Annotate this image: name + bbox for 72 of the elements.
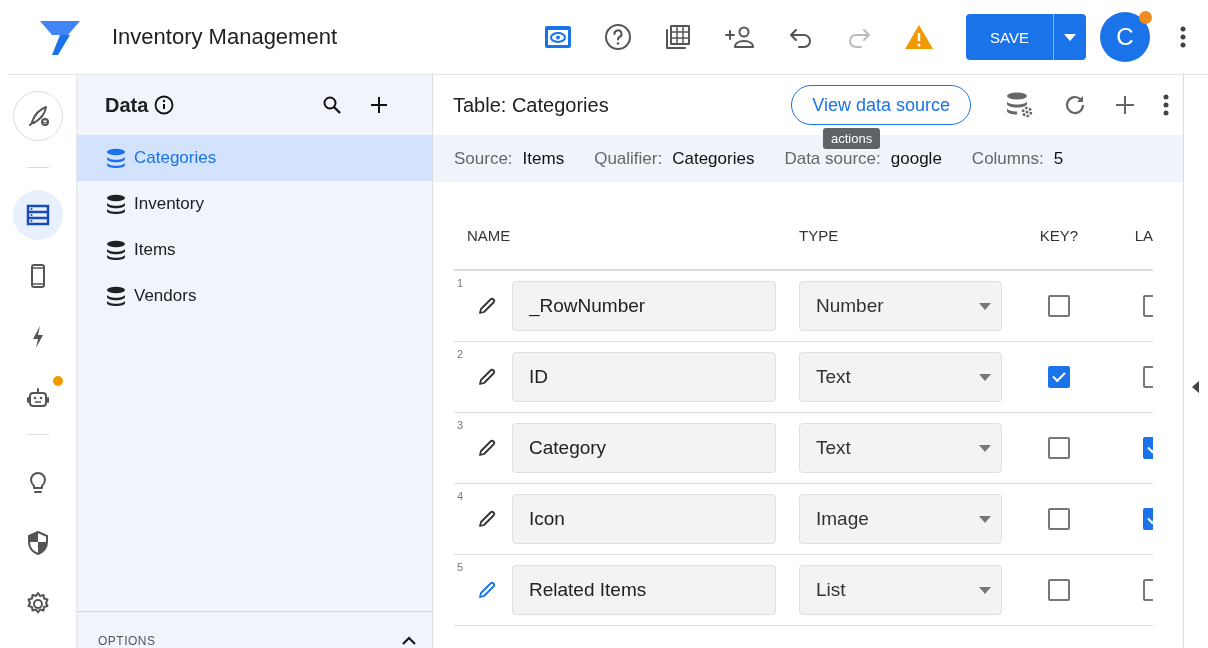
pencil-icon[interactable] [478,297,496,315]
name-field[interactable]: Category [512,423,776,473]
tooltip: actions [823,128,881,149]
preview-icon[interactable] [544,23,572,51]
checkbox[interactable] [1048,579,1070,601]
pencil-icon[interactable] [478,368,496,386]
table-title: Table: Categories [453,93,609,117]
type-dropdown[interactable]: Text [799,423,1002,473]
notification-dot [1139,11,1152,24]
type-dropdown[interactable]: Image [799,494,1002,544]
grid-icon[interactable] [664,23,692,51]
type-dropdown[interactable]: List [799,565,1002,615]
table-list-item[interactable]: Vendors [77,273,432,319]
save-button[interactable]: SAVE [966,14,1053,60]
checkbox[interactable] [1048,437,1070,459]
name-field[interactable]: Icon [512,494,776,544]
table-list-item[interactable]: Categories [77,135,432,181]
row-number: 3 [457,419,464,431]
caret-icon [979,515,991,523]
table-list-item[interactable]: Items [77,227,432,273]
view-data-source-button[interactable]: View data source [791,85,971,125]
info-icon[interactable] [154,95,175,115]
type-dropdown[interactable]: Number [799,281,1002,331]
row-number: 4 [457,490,464,502]
name-field[interactable]: _RowNumber [512,281,776,331]
row-number: 2 [457,348,464,360]
name-field[interactable]: ID [512,352,776,402]
save-dropdown-button[interactable] [1053,14,1086,60]
name-field[interactable]: Related Items [512,565,776,615]
checkbox[interactable] [1048,508,1070,530]
caret-icon [1064,33,1076,41]
database-icon [106,240,126,260]
pencil-icon[interactable] [478,510,496,528]
info-label: Data source: [784,148,881,169]
info-label: Qualifier: [594,148,663,169]
row-number: 1 [457,277,464,289]
info-value: Categories [672,148,755,169]
column-header[interactable]: KEY? [1014,227,1104,244]
database-icon [106,286,126,306]
row-number: 5 [457,561,464,573]
collapse-icon[interactable] [1192,380,1200,393]
section-label: OPTIONS [98,634,156,648]
info-value: Items [522,148,565,169]
type-dropdown[interactable]: Text [799,352,1002,402]
info-label: Columns: [971,148,1044,169]
column-header[interactable]: NAME [454,227,799,244]
caret-icon [979,373,991,381]
checkbox[interactable] [1048,295,1070,317]
column-header[interactable]: TYPE [799,227,1014,244]
caret-icon [979,444,991,452]
database-icon [106,194,126,214]
info-label: Source: [454,148,513,169]
chevron-up-icon[interactable] [402,636,416,645]
table-list-item[interactable]: Inventory [77,181,432,227]
avatar[interactable]: C [1100,12,1150,62]
info-value: 5 [1053,148,1064,169]
help-icon[interactable] [604,23,632,51]
caret-icon [979,586,991,594]
search-icon[interactable] [322,95,342,115]
database-icon [106,148,126,168]
column-header[interactable]: LA [1104,227,1153,244]
pencil-icon[interactable] [478,439,496,457]
caret-icon [979,302,991,310]
add-icon[interactable] [370,96,388,114]
more-icon[interactable] [1180,26,1186,48]
database-settings-icon[interactable] [1005,91,1035,119]
panel-title: Data [105,93,149,117]
refresh-icon[interactable] [1063,93,1087,117]
app-title: Inventory Management [112,24,338,50]
info-value: google [890,148,942,169]
checkbox[interactable] [1048,366,1070,388]
more-icon[interactable] [1163,94,1169,116]
